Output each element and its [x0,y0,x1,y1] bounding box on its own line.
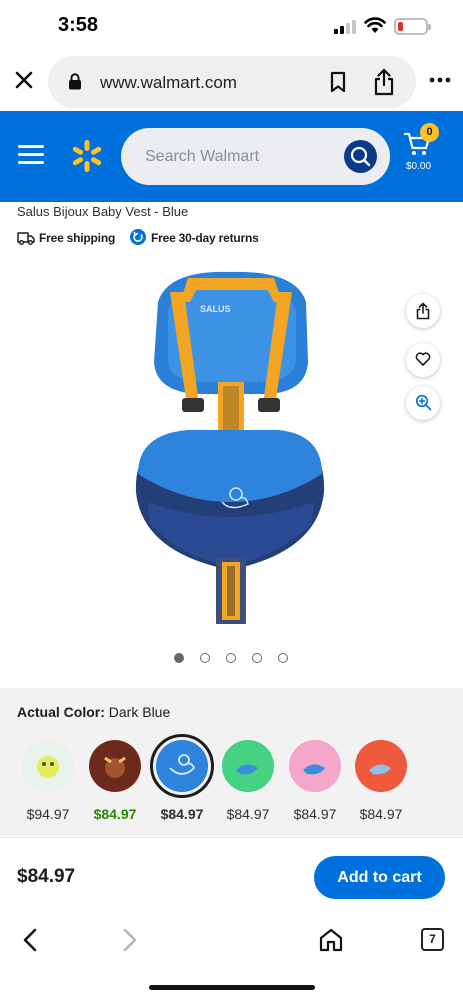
carousel-dot[interactable] [252,653,262,663]
swatch-price: $84.97 [226,806,270,822]
close-icon[interactable] [12,68,36,92]
cart-total: $0.00 [406,161,432,172]
lock-icon [69,73,81,90]
browser-bar: www.walmart.com [0,52,463,110]
carousel-dot[interactable] [200,653,210,663]
color-swatch-dark-blue[interactable] [150,734,214,798]
swatch-image [156,740,208,792]
swatch-image [290,741,340,791]
wifi-icon [364,17,386,33]
tabs-button[interactable]: 7 [421,928,444,951]
swatch-image [356,741,406,791]
signal-icon [334,20,358,34]
search-input[interactable] [145,144,335,170]
swatch-image [223,741,273,791]
swatch-image [90,741,140,791]
forward-icon[interactable] [120,927,140,953]
url-text: www.walmart.com [100,73,237,92]
carousel-dot[interactable] [278,653,288,663]
bookmark-icon[interactable] [328,71,348,93]
zoom-button[interactable] [406,386,440,420]
color-swatch-red-moose[interactable] [89,740,141,792]
browser-nav: 7 [0,915,463,1000]
back-icon[interactable] [20,927,40,953]
share-icon[interactable] [372,68,396,96]
status-time: 3:58 [58,14,99,36]
return-icon [130,229,146,245]
color-selected-name: Dark Blue [108,704,171,720]
color-label: Actual Color: Dark Blue [17,704,170,720]
swatch-price: $84.97 [359,806,403,822]
image-brand-text: SALUS [200,304,231,314]
search-bar[interactable] [121,128,390,185]
color-swatch-orange-whale[interactable] [355,740,407,792]
color-swatch-green-whale[interactable] [222,740,274,792]
menu-icon[interactable] [18,145,44,165]
swatch-image [23,741,73,791]
search-button[interactable] [344,140,377,173]
swatch-price: $84.97 [93,806,137,822]
carousel-dot[interactable] [174,653,184,663]
product-image[interactable]: SALUS [128,262,333,632]
swatch-price: $84.97 [160,806,204,822]
address-bar[interactable]: www.walmart.com [48,56,416,108]
favorite-button[interactable] [406,343,440,377]
color-swatch-pink-whale[interactable] [289,740,341,792]
cart-badge: 0 [420,123,439,142]
home-indicator [149,985,315,990]
image-carousel-dots [172,653,292,665]
status-bar: 3:58 [0,0,463,52]
spark-icon[interactable] [70,139,104,173]
heart-icon [415,352,431,366]
truck-icon [17,232,35,245]
add-to-cart-button[interactable]: Add to cart [314,856,445,899]
product-title: Salus Bijoux Baby Vest - Blue [17,204,189,219]
swatch-price: $94.97 [26,806,70,822]
product-price: $84.97 [17,866,76,887]
color-picker: Actual Color: Dark Blue $94.97 $84.97 $8… [0,688,463,836]
home-icon[interactable] [318,927,344,953]
swatch-price: $84.97 [293,806,337,822]
color-swatch-yellow[interactable] [22,740,74,792]
free-returns-text: Free 30-day returns [151,231,259,245]
walmart-header: 0 $0.00 [0,111,463,202]
share-icon [416,302,430,320]
battery-icon [394,18,431,35]
more-icon[interactable] [428,72,452,88]
carousel-dot[interactable] [226,653,236,663]
free-shipping-text: Free shipping [39,231,116,245]
color-label-title: Actual Color: [17,704,105,720]
zoom-icon [415,394,432,411]
purchase-bar: $84.97 Add to cart [0,837,463,915]
share-image-button[interactable] [406,294,440,328]
search-icon [350,146,371,167]
